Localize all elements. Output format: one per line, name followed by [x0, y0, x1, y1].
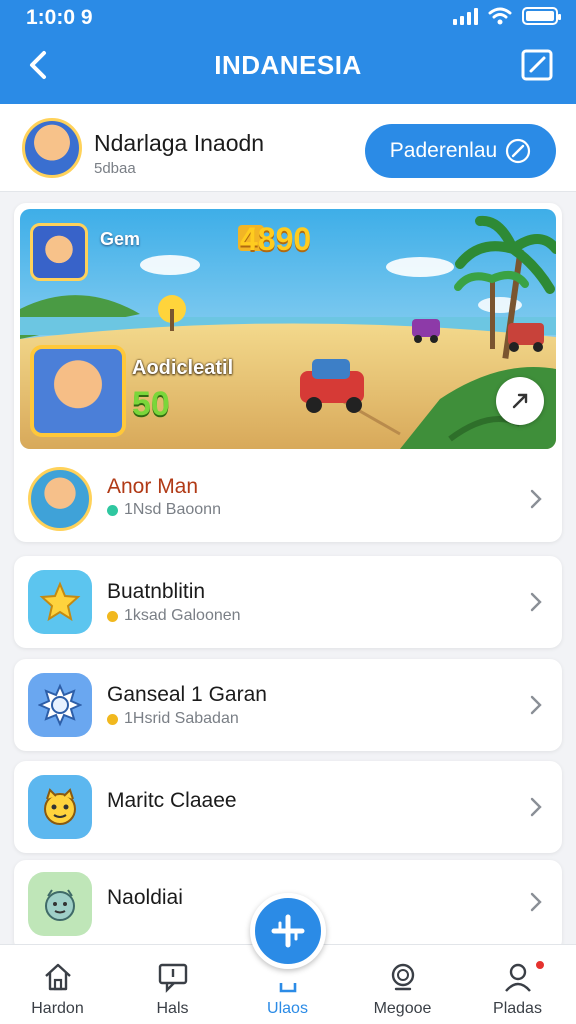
list-item[interactable]: Ganseal 1 Garan 1Hsrid Sabadan	[14, 659, 562, 751]
profile-icon	[505, 963, 531, 992]
player-name: Aodicleatil	[132, 357, 234, 379]
row-subtitle: 1ksad Galoonen	[107, 607, 241, 625]
row-subtitle: 1Nsd Baoonn	[107, 501, 221, 519]
nav-label: Hardon	[31, 1000, 84, 1017]
battery-icon	[522, 7, 561, 25]
status-icons	[453, 7, 561, 25]
signal-icon	[453, 7, 478, 25]
featured-game-card: Gem 4890 Aodicleatil 50 Anor Man 1Nsd Ba…	[14, 203, 562, 542]
game-icon	[28, 467, 92, 531]
player-avatar	[30, 345, 126, 437]
status-time: 1:0:0 9	[26, 6, 93, 29]
row-subtitle: 1Hsrid Sabadan	[107, 710, 239, 728]
app-header: 1:0:0 9 INDANESIA	[0, 0, 576, 104]
edit-pen-icon	[506, 138, 531, 164]
chevron-right-icon	[530, 797, 542, 817]
row-title: Ganseal 1 Garan	[107, 683, 267, 706]
chat-icon	[158, 963, 188, 993]
row-title: Maritc Claaee	[107, 789, 237, 812]
nav-label: Hals	[156, 1000, 189, 1017]
row-title: Anor Man	[107, 475, 199, 498]
chevron-right-icon	[530, 695, 542, 715]
list-item[interactable]: Anor Man 1Nsd Baoonn	[14, 457, 562, 541]
nav-item-search[interactable]: Megooe	[345, 945, 460, 1024]
row-title: Buatnblitin	[107, 580, 206, 603]
profile-row: Ndarlaga Inaodn 5dbaa Paderenlau	[0, 104, 576, 192]
player-level: 50	[132, 385, 170, 423]
add-button[interactable]	[250, 893, 326, 969]
profile-action-label: Paderenlau	[389, 139, 498, 162]
profile-name: Ndarlaga Inaodn	[94, 130, 265, 156]
list-item[interactable]: Maritc Claaee	[14, 761, 562, 853]
chevron-right-icon	[530, 592, 542, 612]
list-item[interactable]: Buatnblitin 1ksad Galoonen	[14, 556, 562, 648]
notification-badge	[534, 959, 546, 971]
expand-button[interactable]	[496, 377, 544, 425]
row-subtitle-text: 1ksad Galoonen	[124, 607, 241, 624]
nav-item-profile[interactable]: Pladas	[460, 945, 575, 1024]
status-dot	[107, 504, 118, 516]
nav-label: Pladas	[493, 1000, 542, 1017]
nav-label: Megooe	[373, 1000, 432, 1017]
creature-icon	[28, 872, 92, 936]
player-badge-avatar	[30, 223, 88, 281]
status-bar: 1:0:0 9	[0, 0, 576, 34]
gem-label: Gem	[100, 229, 141, 249]
status-dot	[107, 713, 118, 725]
chevron-right-icon	[530, 489, 542, 509]
chevron-right-icon	[530, 892, 542, 912]
home-icon	[45, 963, 71, 991]
profile-action-button[interactable]: Paderenlau	[365, 124, 556, 178]
game-banner[interactable]: Gem 4890 Aodicleatil 50	[20, 209, 556, 449]
plus-icon	[271, 914, 305, 948]
coin-score: 4890	[240, 221, 312, 257]
nav-item-chat[interactable]: Hals	[115, 945, 230, 1024]
search-icon	[391, 963, 415, 991]
star-icon	[28, 570, 92, 634]
expand-icon	[512, 393, 528, 409]
row-title: Naoldiai	[107, 886, 183, 909]
wifi-icon	[488, 7, 512, 25]
sun-icon	[28, 673, 92, 737]
edit-icon[interactable]	[520, 48, 554, 82]
page-title: INDANESIA	[214, 50, 362, 80]
avatar[interactable]	[22, 118, 82, 178]
row-subtitle-text: 1Hsrid Sabadan	[124, 710, 239, 727]
row-subtitle-text: 1Nsd Baoonn	[124, 501, 221, 518]
profile-subtitle: 5dbaa	[94, 160, 136, 177]
nav-item-home[interactable]: Hardon	[0, 945, 115, 1024]
cat-face-icon	[28, 775, 92, 839]
nav-label: Ulaos	[267, 1000, 308, 1017]
status-dot	[107, 610, 118, 622]
